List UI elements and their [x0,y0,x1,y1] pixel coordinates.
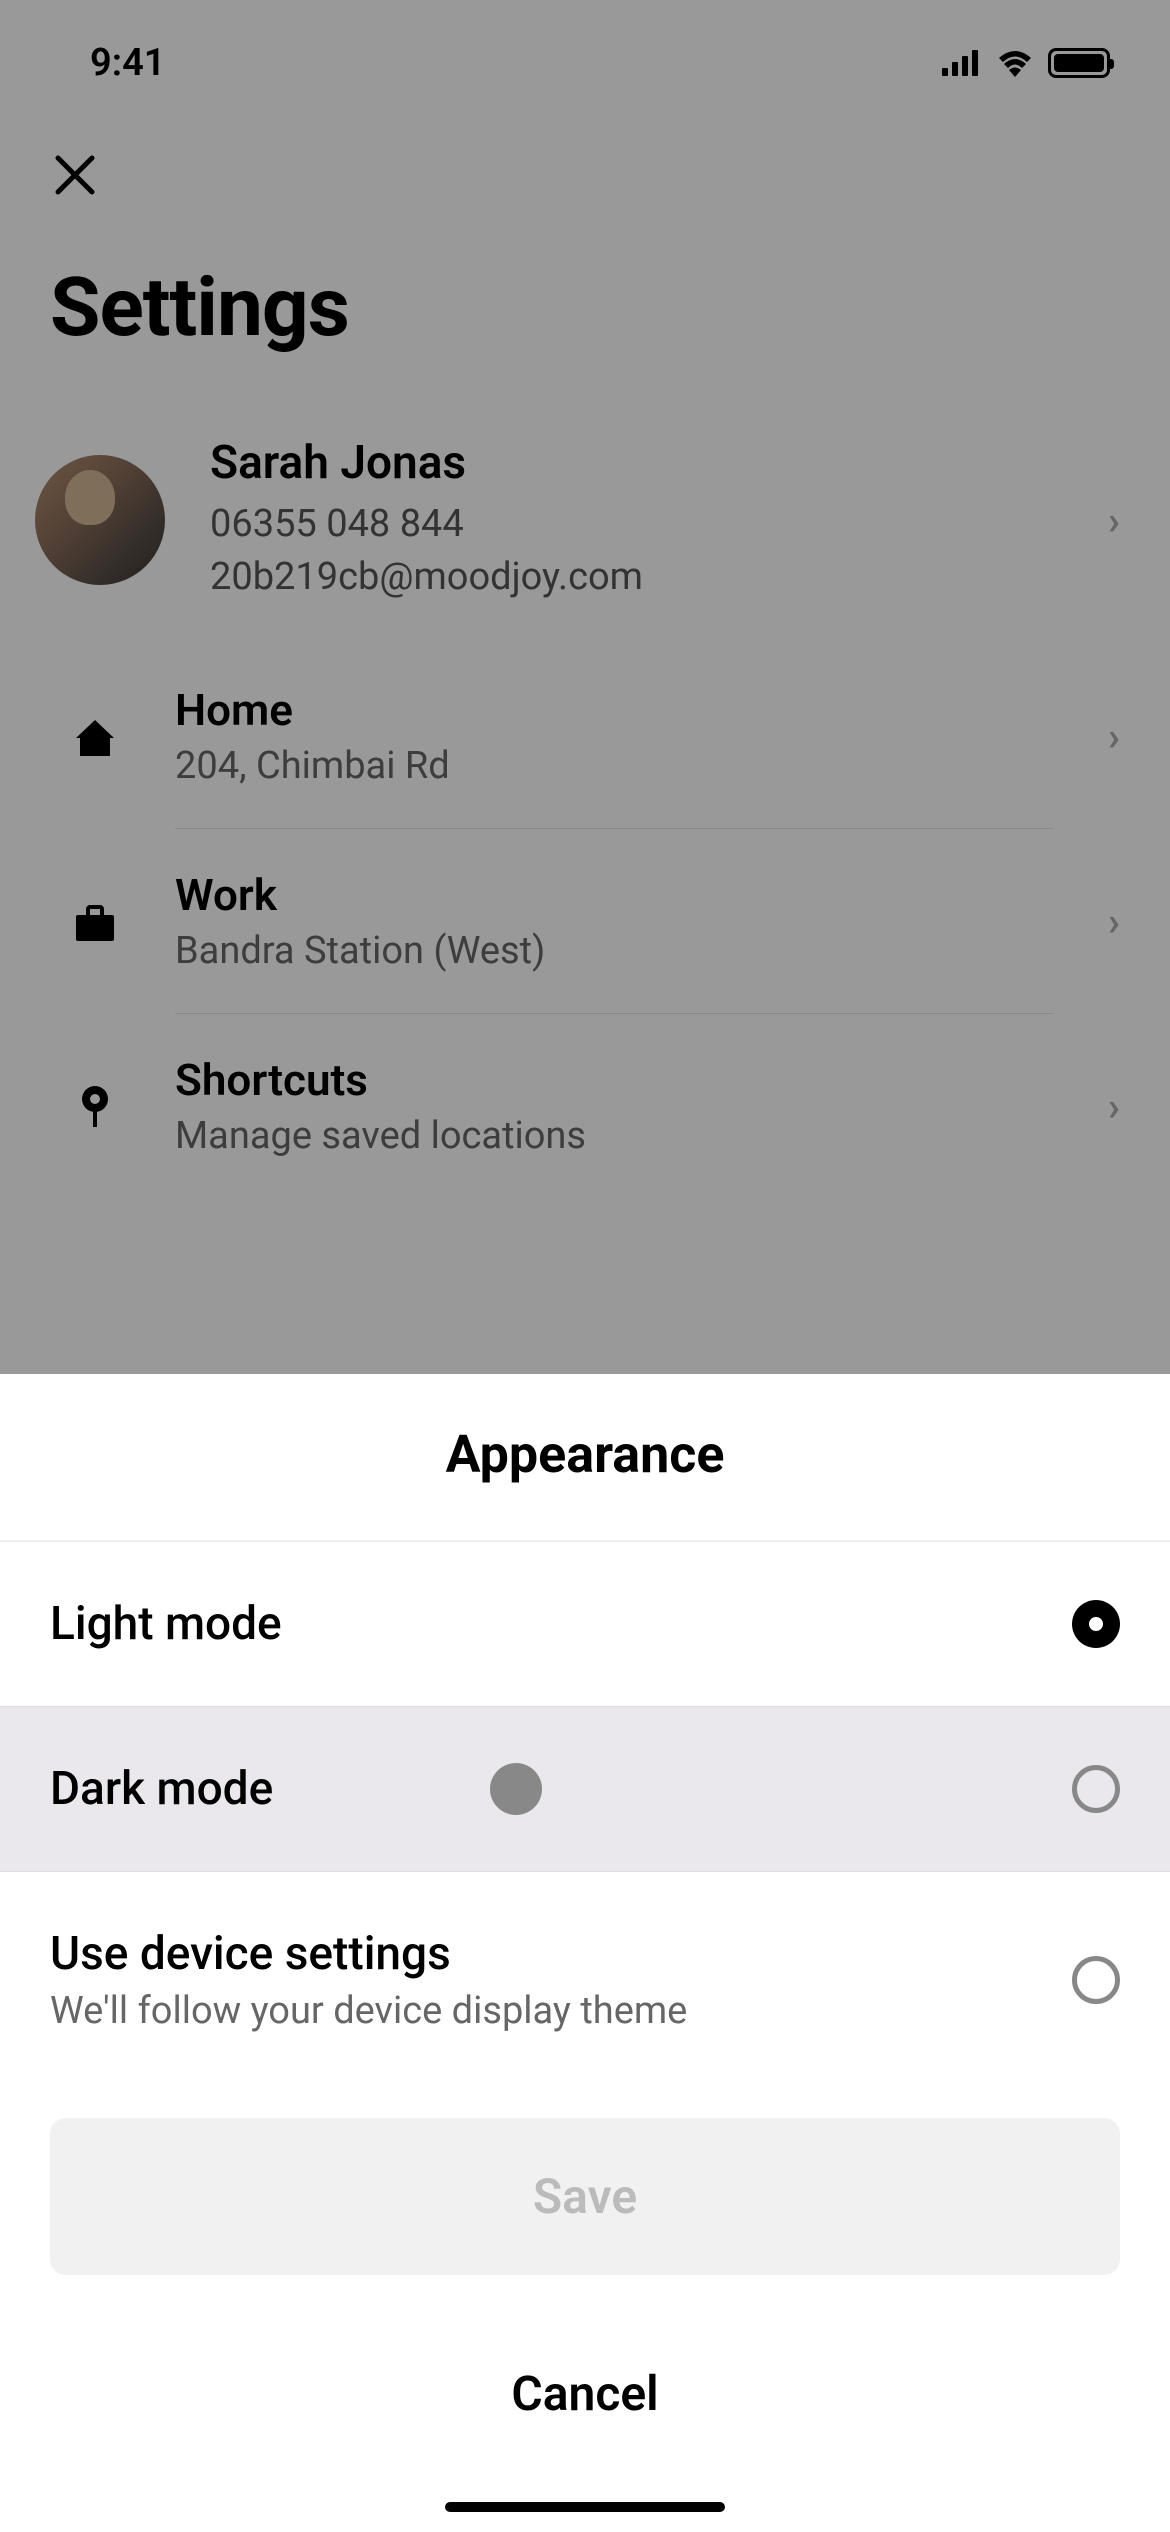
option-dark-mode[interactable]: Dark mode [0,1706,1170,1872]
cancel-button[interactable]: Cancel [50,2325,1120,2462]
option-label: Dark mode [50,1762,1072,1816]
button-area: Save Cancel [0,2088,1170,2532]
option-label: Light mode [50,1597,1072,1651]
radio-selected-icon [1072,1600,1120,1648]
sheet-header: Appearance [0,1374,1170,1542]
option-sublabel: We'll follow your device display theme [50,1989,1072,2033]
option-device-settings[interactable]: Use device settings We'll follow your de… [0,1872,1170,2088]
save-button[interactable]: Save [50,2118,1120,2275]
option-light-mode[interactable]: Light mode [0,1542,1170,1706]
sheet-title: Appearance [0,1424,1170,1485]
option-label: Use device settings [50,1927,1072,1981]
home-indicator[interactable] [445,2502,725,2512]
appearance-sheet: Appearance Light mode Dark mode Use devi… [0,1374,1170,2532]
touch-indicator [490,1763,542,1815]
radio-unselected-icon [1072,1765,1120,1813]
radio-unselected-icon [1072,1956,1120,2004]
